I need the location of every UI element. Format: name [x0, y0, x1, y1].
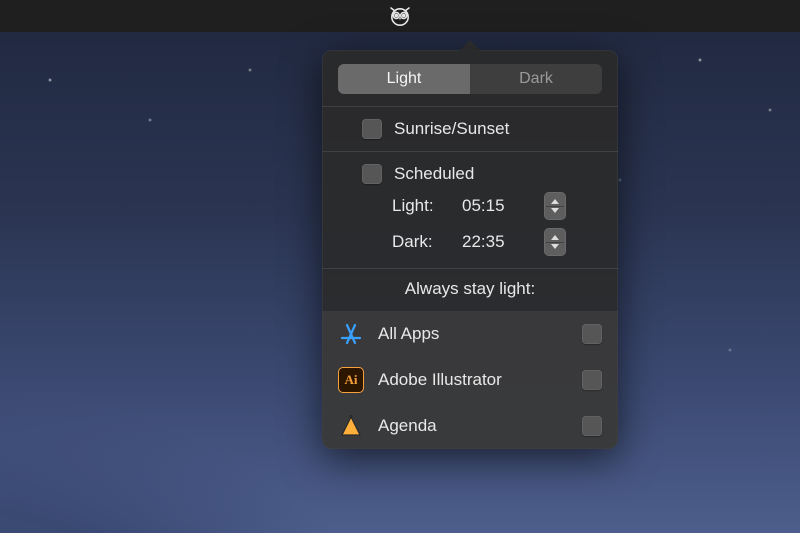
always-stay-light-label: Always stay light:: [322, 269, 618, 311]
popover: Light Dark Sunrise/Sunset Scheduled Ligh…: [322, 40, 618, 449]
app-checkbox[interactable]: [582, 416, 602, 436]
scheduled-section: Scheduled Light: 05:15 Dark: 22:35: [322, 152, 618, 268]
menubar: [0, 0, 800, 32]
app-row-illustrator[interactable]: Ai Adobe Illustrator: [322, 357, 618, 403]
app-checkbox[interactable]: [582, 324, 602, 344]
illustrator-icon: Ai: [338, 367, 364, 393]
scheduled-dark-stepper[interactable]: [544, 228, 566, 256]
scheduled-dark-time[interactable]: 22:35: [462, 232, 534, 252]
scheduled-light-label: Light:: [392, 196, 452, 216]
app-row-agenda[interactable]: Agenda: [322, 403, 618, 449]
popover-panel: Light Dark Sunrise/Sunset Scheduled Ligh…: [322, 50, 618, 449]
mode-dark-button[interactable]: Dark: [470, 64, 602, 94]
apps-list: All Apps Ai Adobe Illustrator A: [322, 311, 618, 449]
mode-segment-row: Light Dark: [322, 50, 618, 106]
owl-menu-icon[interactable]: [384, 0, 416, 32]
sunrise-sunset-label: Sunrise/Sunset: [394, 119, 509, 139]
agenda-icon: [338, 413, 364, 439]
scheduled-light-stepper[interactable]: [544, 192, 566, 220]
scheduled-light-time[interactable]: 05:15: [462, 196, 534, 216]
scheduled-dark-label: Dark:: [392, 232, 452, 252]
mode-light-button[interactable]: Light: [338, 64, 470, 94]
sunrise-sunset-checkbox[interactable]: [362, 119, 382, 139]
scheduled-label: Scheduled: [394, 164, 474, 184]
app-checkbox[interactable]: [582, 370, 602, 390]
app-label: Adobe Illustrator: [378, 370, 502, 390]
sunrise-sunset-section: Sunrise/Sunset: [322, 107, 618, 151]
mode-segmented-control: Light Dark: [338, 64, 602, 94]
scheduled-dark-row: Dark: 22:35: [362, 228, 600, 256]
scheduled-light-row: Light: 05:15: [362, 192, 600, 220]
app-label: Agenda: [378, 416, 437, 436]
scheduled-checkbox[interactable]: [362, 164, 382, 184]
app-label: All Apps: [378, 324, 439, 344]
popover-arrow: [459, 40, 481, 51]
appstore-icon: [338, 321, 364, 347]
app-row-all-apps[interactable]: All Apps: [322, 311, 618, 357]
